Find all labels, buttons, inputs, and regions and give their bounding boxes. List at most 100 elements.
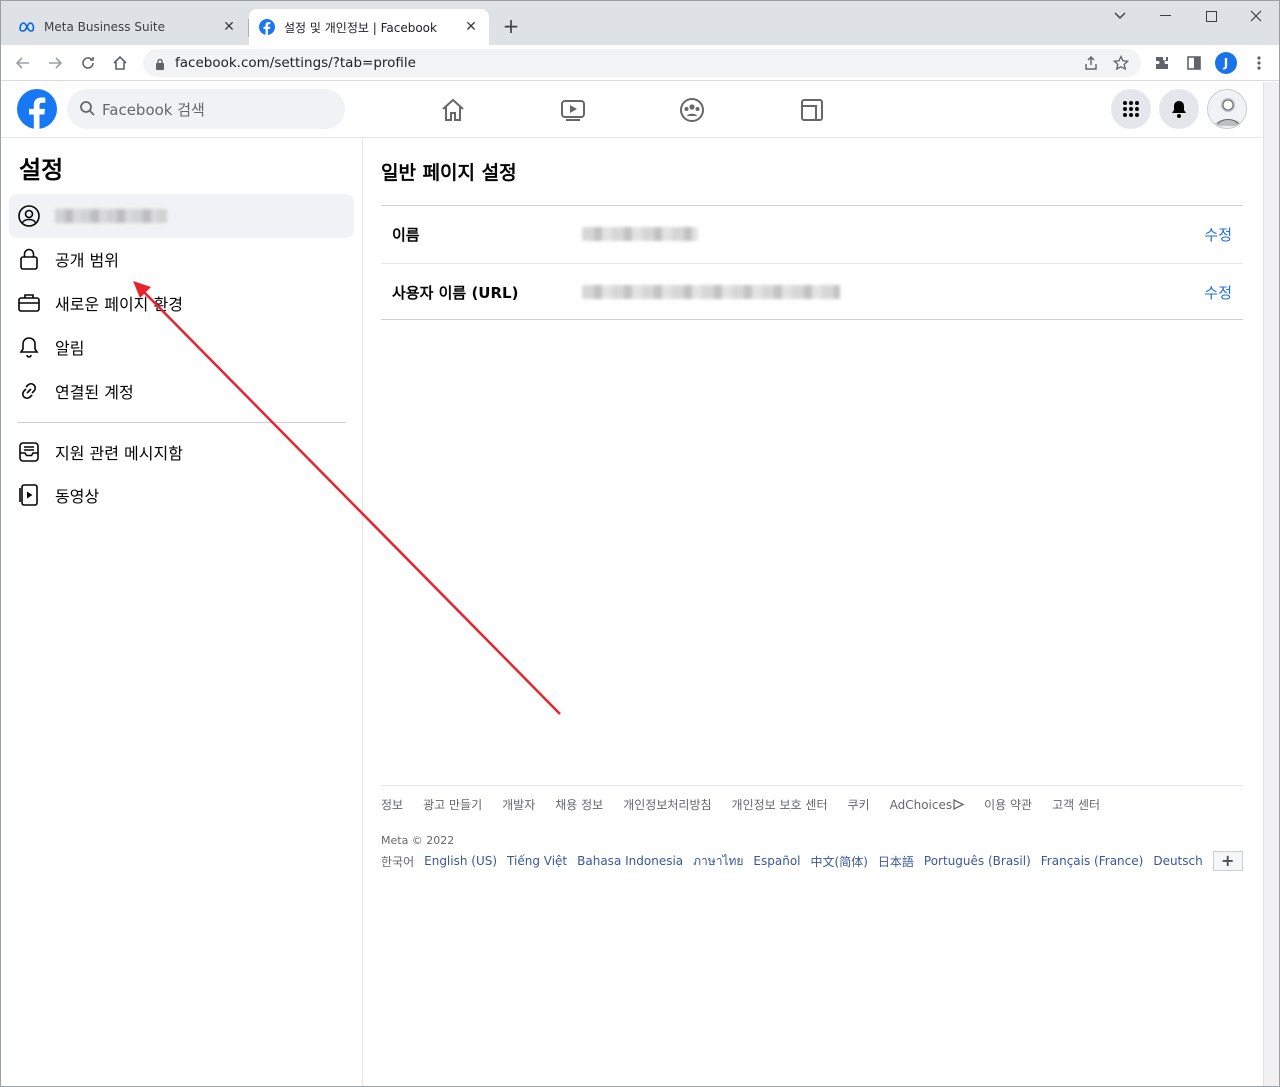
tab-facebook-settings[interactable]: 설정 및 개인정보 | Facebook ✕ (249, 9, 489, 45)
language-link[interactable]: Bahasa Indonesia (577, 854, 683, 868)
close-tab-icon[interactable]: ✕ (463, 19, 479, 35)
url-text: facebook.com/settings/?tab=profile (175, 55, 416, 71)
footer-link[interactable]: 개발자 (502, 796, 535, 813)
facebook-logo-icon[interactable] (17, 89, 57, 129)
new-tab-button[interactable]: + (499, 15, 523, 39)
footer-link[interactable]: 채용 정보 (555, 796, 603, 813)
adchoices-icon (953, 799, 965, 810)
settings-row-name[interactable]: 이름 수정 (381, 206, 1243, 263)
redacted-name-value (582, 227, 698, 241)
sidebar-item-label: 공개 범위 (55, 251, 119, 270)
settings-sidebar: 설정 공개 범위 새로운 페이지 환경 알림 연결된 계정 지원 관련 메시지함… (1, 138, 363, 1086)
language-link[interactable]: Deutsch (1153, 854, 1202, 868)
share-icon[interactable] (1079, 51, 1103, 75)
footer-link-adchoices[interactable]: AdChoices (890, 796, 965, 813)
home-icon[interactable] (108, 51, 132, 75)
link-icon (17, 379, 41, 403)
sidebar-item-privacy[interactable]: 공개 범위 (9, 237, 354, 281)
language-link[interactable]: Français (France) (1041, 854, 1144, 868)
sidebar-item-new-page-experience[interactable]: 새로운 페이지 환경 (9, 281, 354, 325)
search-placeholder: Facebook 검색 (102, 101, 205, 119)
lock-icon (17, 247, 41, 271)
lock-icon[interactable] (155, 56, 165, 75)
video-icon (17, 483, 41, 507)
sidebar-item-videos[interactable]: 동영상 (9, 473, 354, 517)
row-label: 사용자 이름 (URL) (392, 284, 519, 302)
facebook-favicon-icon (259, 19, 275, 35)
language-link[interactable]: ภาษาไทย (693, 852, 743, 871)
language-link[interactable]: Português (Brasil) (924, 854, 1031, 868)
gaming-nav-icon[interactable] (798, 96, 826, 124)
menu-grid-icon[interactable] (1111, 89, 1151, 129)
footer-link[interactable]: 개인정보 보호 센터 (732, 796, 828, 813)
search-icon (79, 100, 95, 120)
more-languages-button[interactable]: + (1212, 851, 1243, 871)
forward-icon[interactable] (43, 51, 67, 75)
maximize-icon[interactable] (1188, 5, 1234, 27)
profile-avatar[interactable] (1207, 89, 1247, 129)
tab-title: 설정 및 개인정보 | Facebook (284, 20, 437, 35)
facebook-search[interactable]: Facebook 검색 (67, 89, 345, 129)
footer-link[interactable]: 정보 (381, 796, 403, 813)
close-window-icon[interactable] (1233, 5, 1279, 27)
inbox-icon (17, 440, 41, 464)
sidebar-item-label: 새로운 페이지 환경 (55, 295, 183, 314)
row-label: 이름 (392, 226, 420, 244)
page-title: 일반 페이지 설정 (381, 162, 517, 184)
sidebar-item-label: 연결된 계정 (55, 383, 134, 402)
address-bar[interactable]: facebook.com/settings/?tab=profile (143, 49, 1141, 77)
sidebar-item-notifications[interactable]: 알림 (9, 325, 354, 369)
edit-username-link[interactable]: 수정 (1204, 282, 1232, 303)
general-settings-card: 이름 수정 사용자 이름 (URL) 수정 (381, 205, 1243, 320)
current-language: 한국어 (381, 854, 415, 869)
sidebar-item-label: 지원 관련 메시지함 (55, 444, 183, 463)
meta-logo-icon (19, 19, 35, 35)
close-tab-icon[interactable]: ✕ (221, 19, 237, 35)
footer-link[interactable]: 쿠키 (848, 796, 870, 813)
reload-icon[interactable] (76, 51, 100, 75)
copyright: Meta © 2022 (381, 834, 455, 847)
facebook-header: Facebook 검색 (1, 82, 1263, 138)
groups-nav-icon[interactable] (678, 96, 706, 124)
language-link[interactable]: 中文(简体) (811, 853, 868, 870)
edit-name-link[interactable]: 수정 (1204, 224, 1232, 245)
extensions-icon[interactable] (1150, 51, 1174, 75)
footer-link[interactable]: 개인정보처리방침 (623, 796, 711, 813)
back-icon[interactable] (11, 51, 35, 75)
sidebar-item-label: 동영상 (55, 487, 100, 506)
redacted-profile-name (55, 209, 167, 223)
side-panel-icon[interactable] (1182, 51, 1206, 75)
home-nav-icon[interactable] (439, 96, 467, 124)
language-link[interactable]: Tiếng Việt (507, 854, 567, 868)
watch-nav-icon[interactable] (559, 96, 587, 124)
language-link[interactable]: English (US) (424, 854, 497, 868)
notifications-bell-icon[interactable] (1159, 89, 1199, 129)
main-content: 일반 페이지 설정 이름 수정 사용자 이름 (URL) 수정 정보 광고 만들… (364, 138, 1263, 1086)
tab-search-chevron-icon[interactable] (1097, 5, 1143, 27)
footer-link[interactable]: 고객 센터 (1052, 796, 1100, 813)
browser-profile-avatar[interactable]: J (1215, 52, 1237, 74)
bell-icon (17, 335, 41, 359)
browser-toolbar: facebook.com/settings/?tab=profile J (1, 45, 1279, 81)
sidebar-item-linked-accounts[interactable]: 연결된 계정 (9, 369, 354, 413)
sidebar-item-label: 알림 (55, 339, 85, 358)
profile-icon (17, 204, 41, 228)
footer-link[interactable]: 이용 약관 (984, 796, 1032, 813)
language-list: 한국어 English (US) Tiếng Việt Bahasa Indon… (381, 851, 1243, 871)
language-link[interactable]: Español (753, 854, 800, 868)
tab-title: Meta Business Suite (44, 20, 165, 34)
sidebar-item-profile[interactable] (9, 194, 354, 238)
tab-meta-business-suite[interactable]: Meta Business Suite ✕ (9, 9, 247, 45)
footer-link[interactable]: 광고 만들기 (423, 796, 482, 813)
bookmark-star-icon[interactable] (1109, 51, 1133, 75)
scrollbar[interactable] (1263, 82, 1279, 1086)
minimize-icon[interactable] (1142, 5, 1188, 27)
footer-links: 정보 광고 만들기 개발자 채용 정보 개인정보처리방침 개인정보 보호 센터 … (381, 796, 1243, 813)
tab-strip: Meta Business Suite ✕ 설정 및 개인정보 | Facebo… (1, 1, 1279, 45)
browser-menu-icon[interactable] (1247, 51, 1271, 75)
sidebar-title: 설정 (19, 156, 64, 184)
sidebar-item-support-inbox[interactable]: 지원 관련 메시지함 (9, 430, 354, 474)
footer-link-label: AdChoices (889, 797, 953, 812)
settings-row-username[interactable]: 사용자 이름 (URL) 수정 (381, 263, 1243, 320)
language-link[interactable]: 日本語 (878, 853, 914, 870)
